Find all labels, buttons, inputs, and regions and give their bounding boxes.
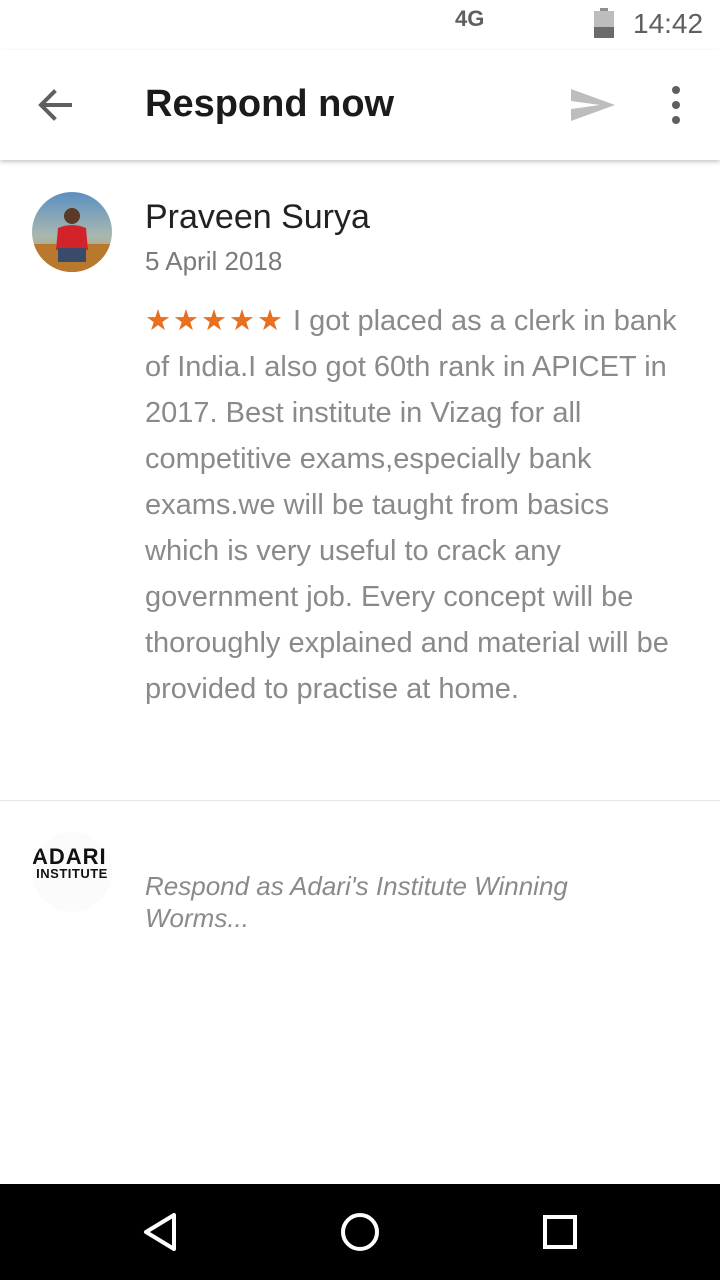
network-indicator: 4G bbox=[455, 6, 485, 31]
page-title: Respond now bbox=[145, 83, 395, 125]
clock: 14:42 bbox=[633, 8, 704, 39]
reviewer-avatar bbox=[32, 192, 112, 272]
triangle-back-icon bbox=[144, 1213, 176, 1251]
reply-input[interactable]: Respond as Adari's Institute Winning Wor… bbox=[145, 870, 665, 934]
more-vert-icon bbox=[672, 86, 680, 124]
square-recents-icon bbox=[543, 1215, 577, 1249]
nav-recents-button[interactable] bbox=[538, 1210, 582, 1254]
send-button[interactable] bbox=[562, 78, 622, 132]
circle-home-icon bbox=[341, 1213, 379, 1251]
review-card: Praveen Surya 5 April 2018 ★★★★★ I got pl… bbox=[0, 160, 720, 800]
institute-logo: ADARI'S INSTITUTE bbox=[32, 832, 112, 912]
battery-icon bbox=[594, 8, 614, 38]
arrow-back-icon bbox=[38, 89, 72, 121]
nav-home-button[interactable] bbox=[338, 1210, 382, 1254]
more-options-button[interactable] bbox=[656, 78, 696, 132]
review-text-block: ★★★★★ I got placed as a clerk in bank of … bbox=[145, 298, 680, 712]
status-bar: 4G 14:42 bbox=[0, 0, 720, 50]
back-button[interactable] bbox=[26, 78, 86, 132]
review-date: 5 April 2018 bbox=[145, 246, 283, 276]
reviewer-name: Praveen Surya bbox=[145, 198, 370, 236]
navigation-bar bbox=[0, 1184, 720, 1280]
send-icon bbox=[571, 89, 615, 121]
nav-back-button[interactable] bbox=[138, 1210, 182, 1254]
toolbar: Respond now bbox=[0, 50, 720, 160]
divider bbox=[0, 800, 720, 801]
review-text: I got placed as a clerk in bank of India… bbox=[145, 305, 677, 705]
logo-text-bottom: INSTITUTE bbox=[36, 866, 108, 881]
star-rating: ★★★★★ bbox=[145, 305, 285, 337]
